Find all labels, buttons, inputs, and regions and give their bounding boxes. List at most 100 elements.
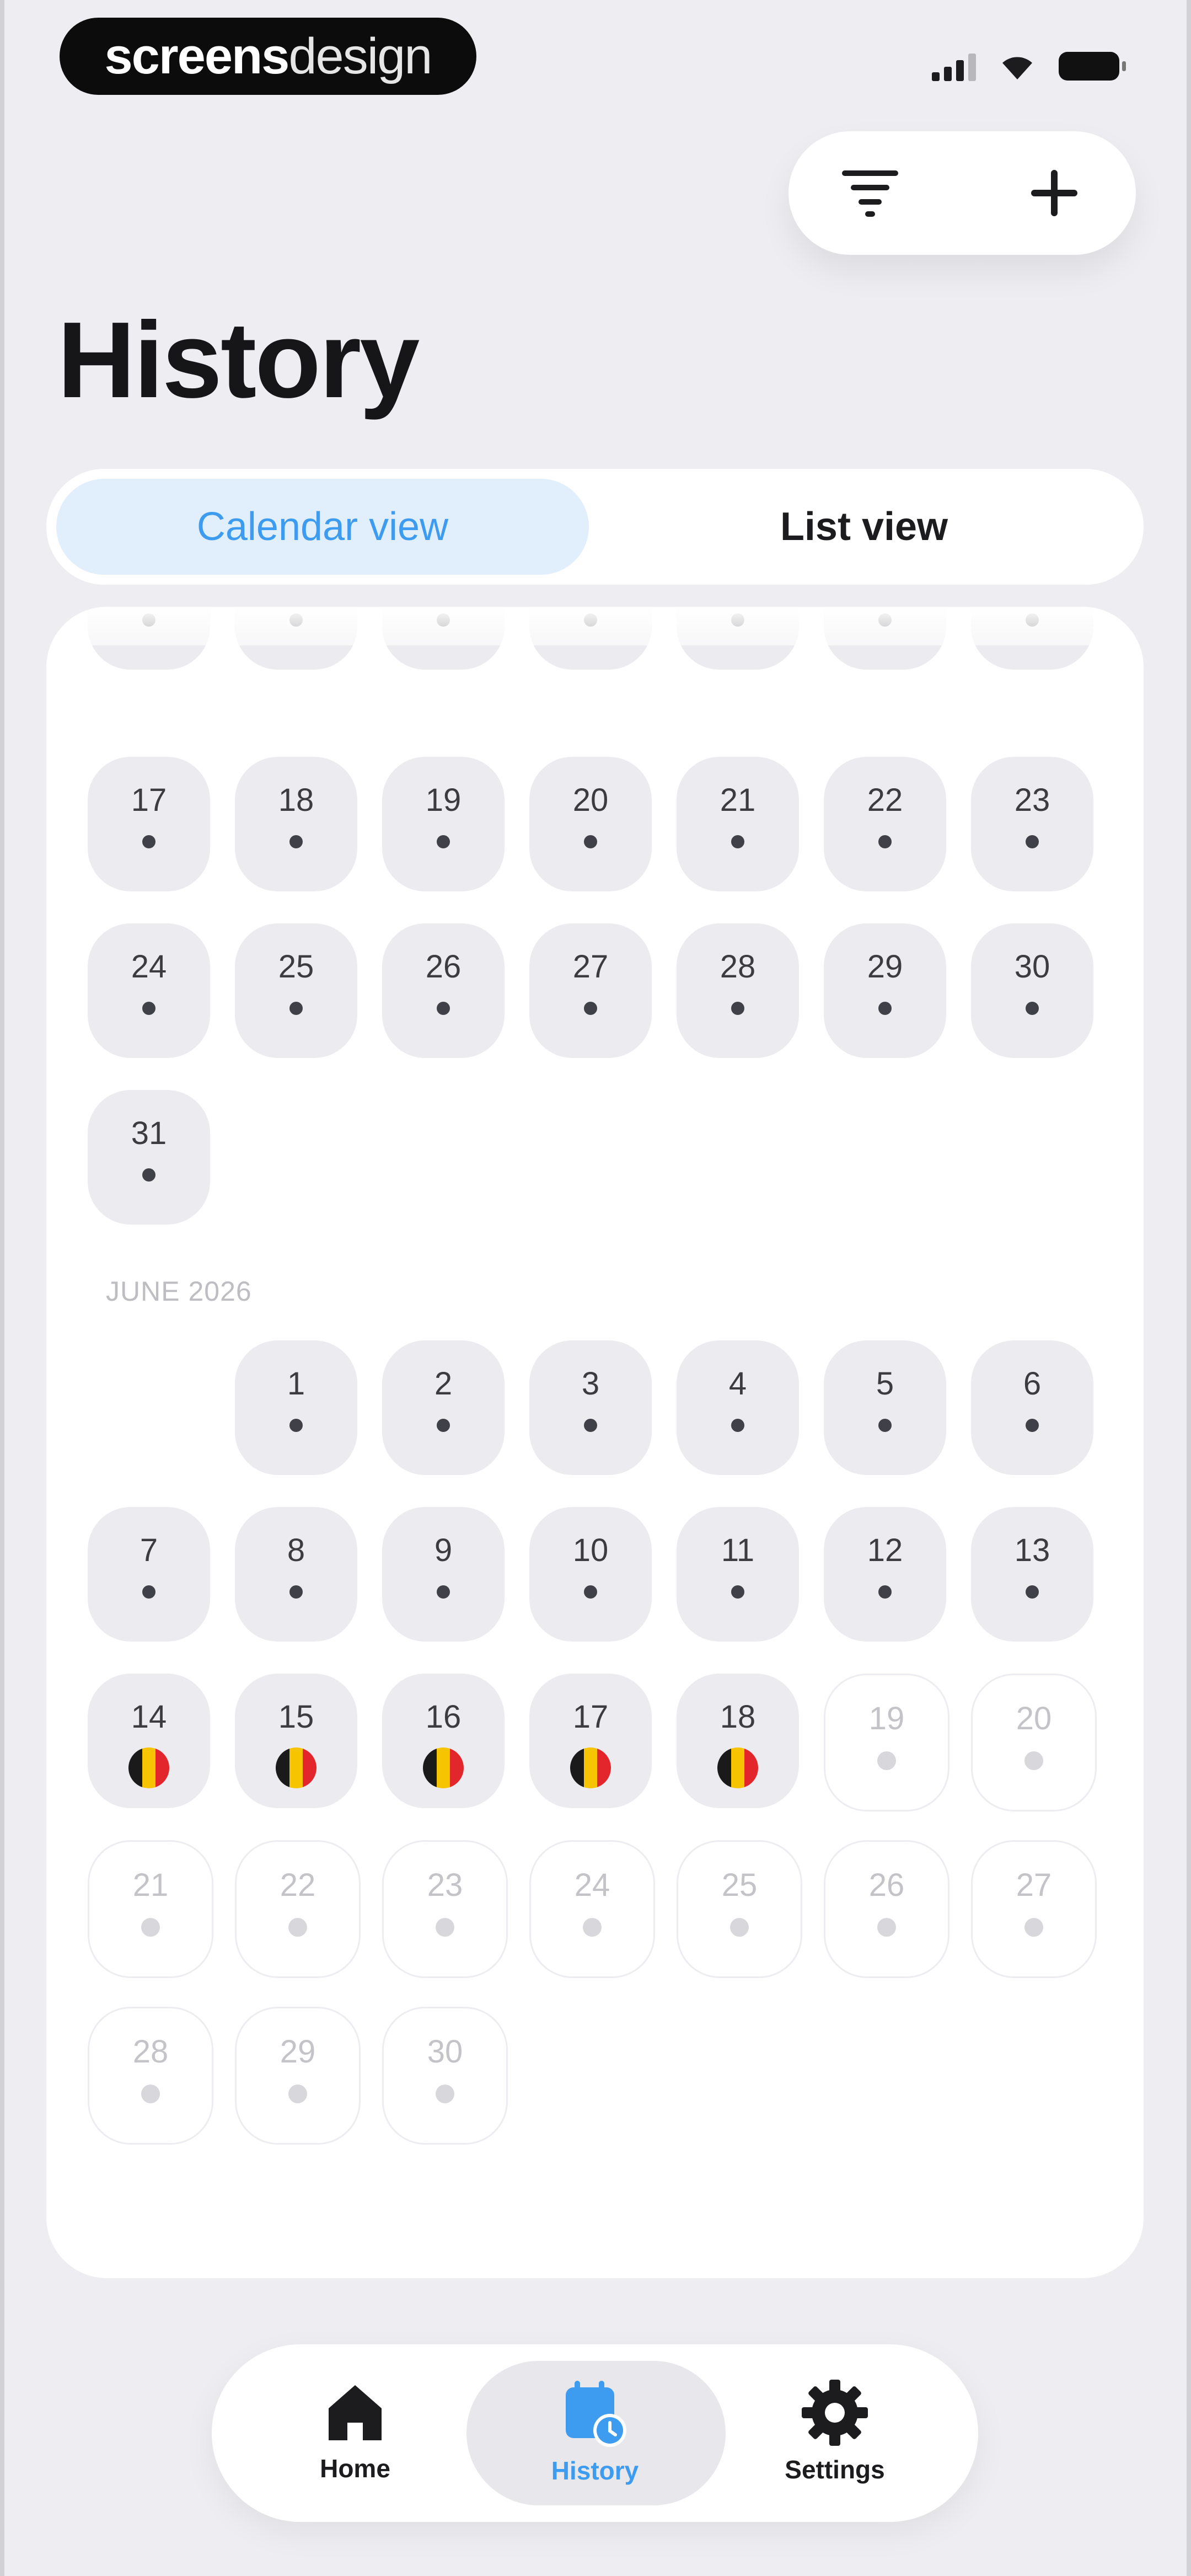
calendar-day-number: 9	[434, 1532, 453, 1568]
toolbar-actions	[788, 131, 1136, 255]
calendar-day[interactable]: 7	[88, 1507, 210, 1642]
empty-day-indicator	[288, 1918, 307, 1937]
calendar-day-number: 6	[1023, 1366, 1042, 1402]
filter-button[interactable]	[815, 131, 925, 255]
calendar-day[interactable]: 15	[235, 1674, 357, 1808]
calendar-day[interactable]: 9	[382, 1507, 505, 1642]
nav-history[interactable]: History	[485, 2344, 705, 2522]
add-button[interactable]	[999, 131, 1109, 255]
calendar-day: 20	[971, 1674, 1097, 1811]
calendar-day[interactable]: 13	[971, 1507, 1093, 1642]
calendar-day[interactable]: 17	[88, 757, 210, 891]
home-icon	[329, 2385, 382, 2440]
calendar-day-number: 28	[132, 2034, 169, 2070]
calendar-card: JUNE 2026 101112131415161718192021222324…	[46, 607, 1144, 2278]
entry-dot-indicator	[878, 835, 892, 848]
calendar-day: 22	[235, 1840, 361, 1978]
calendar-day-number: 17	[131, 782, 167, 818]
calendar-day[interactable]: 20	[529, 757, 652, 891]
entry-dot-indicator	[289, 1002, 303, 1015]
entry-dot-indicator	[437, 1585, 450, 1599]
calendar-day-number: 13	[1014, 1532, 1050, 1568]
belgium-flag-icon	[717, 1747, 758, 1788]
calendar-day[interactable]: 5	[824, 1340, 946, 1475]
calendar-day[interactable]: 26	[382, 923, 505, 1058]
entry-dot-indicator	[731, 835, 744, 848]
calendar-day-number: 7	[140, 1532, 158, 1568]
calendar-day[interactable]: 31	[88, 1090, 210, 1225]
calendar-day[interactable]: 6	[971, 1340, 1093, 1475]
empty-day-indicator	[436, 1918, 454, 1937]
belgium-flag-icon	[570, 1747, 611, 1788]
calendar-day[interactable]: 11	[677, 1507, 799, 1642]
calendar-day-number: 20	[572, 782, 609, 818]
list-view-tab[interactable]: List view	[598, 479, 1130, 575]
calendar-day-number: 26	[425, 949, 462, 985]
calendar-day[interactable]: 10	[529, 1507, 652, 1642]
calendar-day[interactable]: 18	[235, 757, 357, 891]
calendar-day[interactable]: 30	[971, 923, 1093, 1058]
calendar-day-number: 10	[572, 1532, 609, 1568]
calendar-day-number: 18	[278, 782, 314, 818]
calendar-day-number: 26	[868, 1867, 905, 1903]
calendar-day[interactable]: 23	[971, 757, 1093, 891]
nav-home[interactable]: Home	[245, 2344, 465, 2522]
scroll-fade	[46, 607, 1144, 645]
logo-text-bold: screens	[104, 28, 290, 84]
entry-dot-indicator	[584, 835, 597, 848]
calendar-day: 24	[529, 1840, 655, 1978]
bottom-nav: Home History Settings	[212, 2344, 978, 2522]
calendar-view-tab[interactable]: Calendar view	[56, 479, 589, 575]
calendar-day-number: 15	[278, 1699, 314, 1735]
calendar-day[interactable]: 2	[382, 1340, 505, 1475]
calendar-day[interactable]: 24	[88, 923, 210, 1058]
calendar-day[interactable]: 1	[235, 1340, 357, 1475]
entry-dot-indicator	[437, 835, 450, 848]
calendar-day[interactable]: 25	[235, 923, 357, 1058]
calendar-day-number: 29	[280, 2034, 316, 2070]
calendar-day[interactable]: 18	[677, 1674, 799, 1808]
calendar-day[interactable]: 16	[382, 1674, 505, 1808]
calendar-day-number: 31	[131, 1115, 167, 1151]
calendar-day-number: 16	[425, 1699, 462, 1735]
calendar-day[interactable]: 22	[824, 757, 946, 891]
calendar-day[interactable]: 29	[824, 923, 946, 1058]
calendar-day[interactable]: 28	[677, 923, 799, 1058]
gear-icon	[802, 2380, 868, 2446]
entry-dot-indicator	[437, 1419, 450, 1432]
calendar-day-number: 1	[287, 1366, 305, 1402]
entry-dot-indicator	[1026, 1002, 1039, 1015]
entry-dot-indicator	[437, 1002, 450, 1015]
entry-dot-indicator	[142, 1585, 155, 1599]
status-icons	[932, 44, 1126, 88]
calendar-day[interactable]: 3	[529, 1340, 652, 1475]
empty-day-indicator	[436, 2085, 454, 2103]
calendar-day-number: 23	[1014, 782, 1050, 818]
calendar-day[interactable]: 8	[235, 1507, 357, 1642]
empty-day-indicator	[877, 1751, 896, 1770]
calendar-day: 26	[824, 1840, 949, 1978]
calendar-day-number: 14	[131, 1699, 167, 1735]
calendar-day[interactable]: 14	[88, 1674, 210, 1808]
calendar-day[interactable]: 21	[677, 757, 799, 891]
calendar-day-number: 21	[720, 782, 756, 818]
view-toggle: Calendar view List view	[46, 469, 1144, 585]
belgium-flag-icon	[276, 1747, 316, 1788]
entry-dot-indicator	[731, 1419, 744, 1432]
calendar-day-number: 24	[131, 949, 167, 985]
calendar-day[interactable]: 4	[677, 1340, 799, 1475]
calendar-day-number: 24	[574, 1867, 610, 1903]
calendar-day[interactable]: 19	[382, 757, 505, 891]
belgium-flag-icon	[423, 1747, 464, 1788]
calendar-day-number: 20	[1016, 1701, 1052, 1736]
empty-day-indicator	[288, 2085, 307, 2103]
entry-dot-indicator	[584, 1585, 597, 1599]
calendar-day-number: 4	[728, 1366, 747, 1402]
calendar-day[interactable]: 17	[529, 1674, 652, 1808]
nav-settings[interactable]: Settings	[725, 2344, 945, 2522]
calendar-day-number: 30	[427, 2034, 463, 2070]
calendar-day[interactable]: 12	[824, 1507, 946, 1642]
calendar-day[interactable]: 27	[529, 923, 652, 1058]
entry-dot-indicator	[289, 835, 303, 848]
calendar-day-number: 21	[132, 1867, 169, 1903]
